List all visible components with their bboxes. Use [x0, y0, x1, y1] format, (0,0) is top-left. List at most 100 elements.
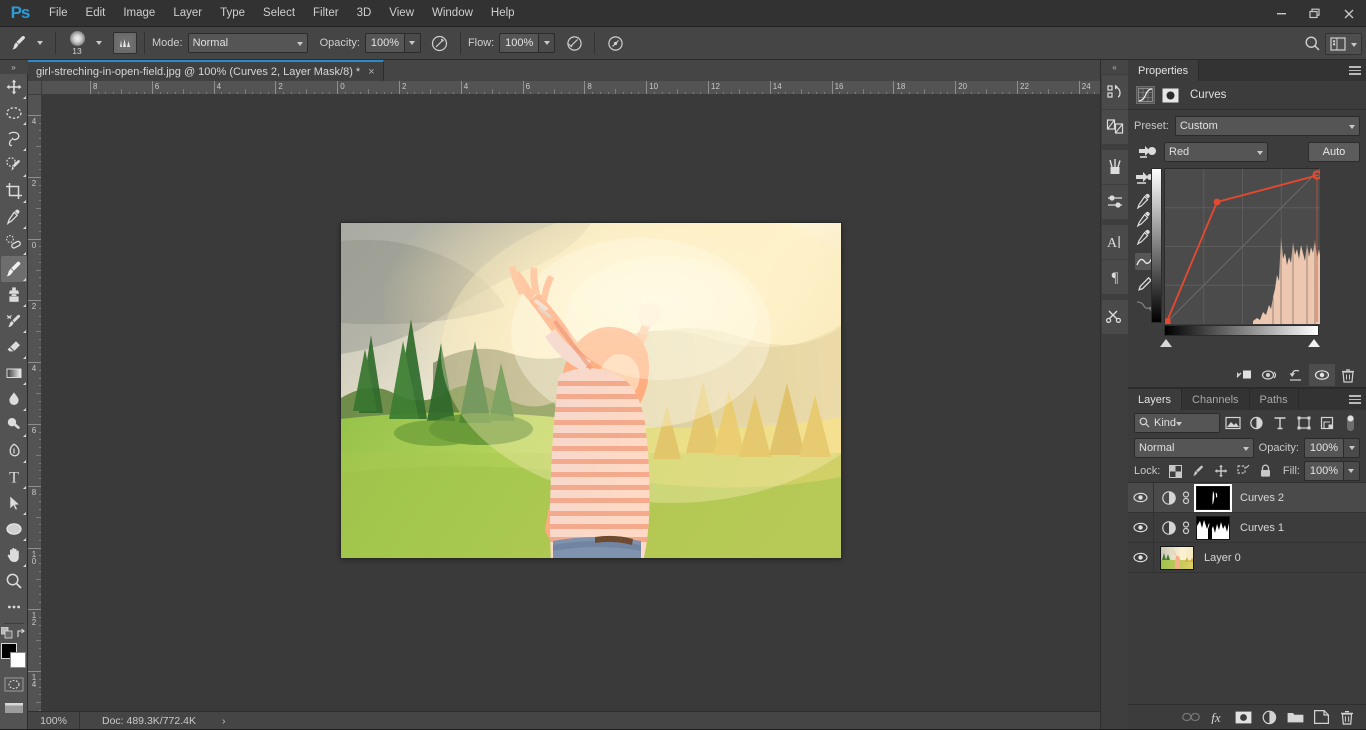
new-layer-icon[interactable] — [1308, 705, 1334, 730]
menu-filter[interactable]: Filter — [304, 0, 348, 27]
blend-mode-select[interactable]: Normal — [187, 33, 308, 53]
dodge-tool[interactable] — [1, 412, 27, 438]
delete-adjustment-icon[interactable] — [1335, 364, 1361, 386]
filter-shape-icon[interactable] — [1294, 413, 1313, 433]
edit-toolbar-tool[interactable] — [1, 594, 27, 620]
menu-select[interactable]: Select — [254, 0, 304, 27]
document-image[interactable] — [341, 223, 841, 558]
menu-image[interactable]: Image — [114, 0, 164, 27]
brush-settings-panel-button[interactable] — [113, 32, 137, 54]
filter-type-icon[interactable] — [1270, 413, 1289, 433]
curves-graph[interactable] — [1164, 168, 1320, 324]
filter-smart-object-icon[interactable] — [1317, 413, 1336, 433]
layer-mask-icon[interactable] — [1162, 88, 1179, 103]
lock-transparent-pixels-icon[interactable] — [1166, 461, 1185, 481]
opacity-slider-caret[interactable] — [404, 33, 421, 53]
brush-tool-preset-caret[interactable] — [32, 32, 48, 54]
blur-tool[interactable] — [1, 386, 27, 412]
brush-tool[interactable] — [0, 256, 27, 282]
background-color-swatch[interactable] — [9, 652, 26, 668]
layer-opacity-value[interactable]: 100% — [1304, 437, 1344, 458]
opacity-value[interactable]: 100% — [364, 33, 405, 53]
layer-visibility-toggle[interactable] — [1128, 482, 1154, 513]
tab-paths[interactable]: Paths — [1250, 389, 1299, 410]
pen-tool[interactable] — [1, 438, 27, 464]
menu-type[interactable]: Type — [211, 0, 254, 27]
lock-position-icon[interactable] — [1211, 461, 1230, 481]
move-tool[interactable] — [1, 74, 27, 100]
document-size-info[interactable]: Doc: 489.3K/772.4K — [80, 715, 196, 727]
elliptical-marquee-tool[interactable] — [1, 100, 27, 126]
close-icon[interactable] — [1332, 0, 1366, 27]
brush-preset-picker[interactable]: 13 — [63, 28, 91, 58]
pressure-opacity-icon[interactable] — [427, 30, 453, 56]
history-icon[interactable] — [1101, 75, 1128, 109]
delete-layer-icon[interactable] — [1334, 705, 1360, 730]
smooth-curve-icon[interactable] — [1136, 298, 1153, 313]
hand-tool[interactable] — [1, 542, 27, 568]
close-icon[interactable]: × — [368, 66, 374, 78]
black-input-slider[interactable] — [1160, 339, 1172, 347]
layer-opacity-caret[interactable] — [1344, 437, 1360, 458]
layer-visibility-toggle[interactable] — [1128, 542, 1154, 573]
black-point-eyedropper-icon[interactable] — [1136, 193, 1153, 209]
layer-visibility-toggle[interactable] — [1128, 512, 1154, 543]
on-image-adjustment-icon[interactable] — [1134, 145, 1160, 160]
fill-caret[interactable] — [1343, 461, 1360, 481]
quick-selection-tool[interactable] — [1, 152, 27, 178]
white-input-slider[interactable] — [1308, 339, 1320, 347]
toggle-visibility-icon[interactable] — [1309, 364, 1335, 386]
filter-adjustment-icon[interactable] — [1247, 413, 1266, 433]
gray-point-eyedropper-icon[interactable] — [1136, 211, 1153, 227]
brush-preset-caret[interactable] — [91, 32, 107, 54]
clone-stamp-tool[interactable] — [1, 282, 27, 308]
panel-menu-icon[interactable] — [1349, 389, 1361, 410]
channel-select[interactable]: Red — [1164, 142, 1268, 162]
clip-to-layer-icon[interactable] — [1231, 364, 1257, 386]
quick-mask-icon[interactable] — [3, 675, 25, 693]
character-icon[interactable]: A — [1101, 225, 1128, 259]
mask-link-icon[interactable] — [1180, 490, 1192, 505]
tab-layers[interactable]: Layers — [1128, 389, 1183, 410]
tab-channels[interactable]: Channels — [1182, 389, 1250, 410]
layer-mask-thumbnail[interactable] — [1196, 485, 1230, 510]
default-colors-icon[interactable] — [0, 627, 13, 639]
menu-layer[interactable]: Layer — [164, 0, 211, 27]
minimize-icon[interactable] — [1264, 0, 1298, 27]
type-tool[interactable]: T — [1, 464, 27, 490]
add-layer-mask-icon[interactable] — [1230, 705, 1256, 730]
status-expand-icon[interactable]: › — [222, 715, 226, 727]
screen-mode-icon[interactable] — [3, 699, 25, 717]
layer-style-fx-icon[interactable]: fx — [1204, 705, 1230, 730]
brush-presets-icon[interactable] — [1101, 150, 1128, 184]
tab-properties[interactable]: Properties — [1128, 60, 1200, 81]
canvas-workspace[interactable] — [42, 95, 1100, 729]
layer-thumbnail[interactable] — [1160, 545, 1194, 570]
search-icon[interactable] — [1299, 31, 1325, 57]
menu-edit[interactable]: Edit — [77, 0, 115, 27]
white-point-eyedropper-icon[interactable] — [1136, 229, 1153, 245]
menu-window[interactable]: Window — [423, 0, 482, 27]
swap-colors-icon[interactable] — [16, 628, 27, 639]
layer-name[interactable]: Curves 2 — [1240, 492, 1284, 504]
menu-view[interactable]: View — [380, 0, 423, 27]
flow-value[interactable]: 100% — [499, 33, 540, 53]
lock-all-icon[interactable] — [1256, 461, 1275, 481]
gradient-tool[interactable] — [1, 360, 27, 386]
color-swatches[interactable] — [0, 643, 27, 669]
toolbar-collapse-icon[interactable]: » — [0, 60, 28, 74]
layer-name[interactable]: Layer 0 — [1204, 552, 1241, 564]
fill-value[interactable]: 100% — [1303, 461, 1344, 481]
document-tab[interactable]: girl-streching-in-open-field.jpg @ 100% … — [28, 60, 384, 81]
zoom-level[interactable]: 100% — [28, 711, 80, 729]
auto-button[interactable]: Auto — [1308, 142, 1360, 162]
menu-3d[interactable]: 3D — [348, 0, 381, 27]
airbrush-icon[interactable] — [561, 30, 587, 56]
mask-link-icon[interactable] — [1180, 520, 1192, 535]
smoothing-icon[interactable] — [602, 30, 628, 56]
menu-file[interactable]: File — [40, 0, 77, 27]
panel-menu-icon[interactable] — [1349, 60, 1361, 81]
lasso-tool[interactable] — [1, 126, 27, 152]
adjustments-icon[interactable] — [1101, 110, 1128, 144]
dock-collapse-icon[interactable]: « — [1100, 60, 1129, 74]
